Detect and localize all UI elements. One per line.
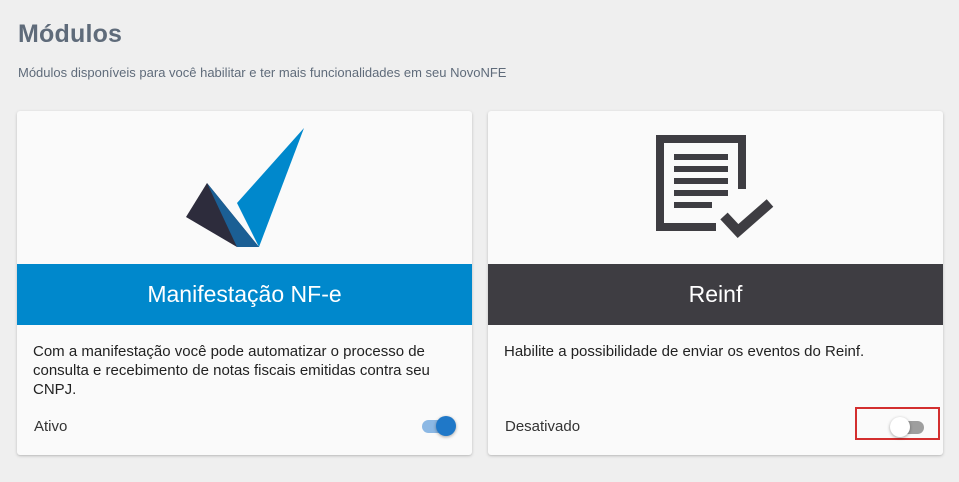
module-title-band: Reinf	[488, 264, 943, 325]
page-title: Módulos	[18, 20, 123, 48]
card-image	[17, 111, 472, 264]
module-card-reinf: Reinf Habilite a possibilidade de enviar…	[488, 111, 943, 455]
toggle-thumb	[890, 417, 910, 437]
page-subtitle: Módulos disponíveis para você habilitar …	[18, 65, 507, 80]
toggle-thumb	[436, 416, 456, 436]
checkmark-logo-icon	[186, 128, 304, 247]
module-toggle-reinf[interactable]	[890, 416, 926, 438]
module-title: Reinf	[688, 281, 743, 307]
module-title: Manifestação NF-e	[147, 281, 342, 307]
module-description: Habilite a possibilidade de enviar os ev…	[504, 343, 865, 360]
document-check-icon	[656, 135, 774, 238]
module-card-manifestacao: Manifestação NF-e Com a manifestação voc…	[17, 111, 472, 455]
module-toggle-manifestacao[interactable]	[420, 415, 456, 437]
module-title-band: Manifestação NF-e	[17, 264, 472, 325]
card-image	[488, 111, 943, 264]
module-status-label: Desativado	[505, 418, 581, 435]
module-status-label: Ativo	[34, 418, 68, 435]
module-description: Com a manifestação você pode automatizar…	[33, 343, 430, 398]
